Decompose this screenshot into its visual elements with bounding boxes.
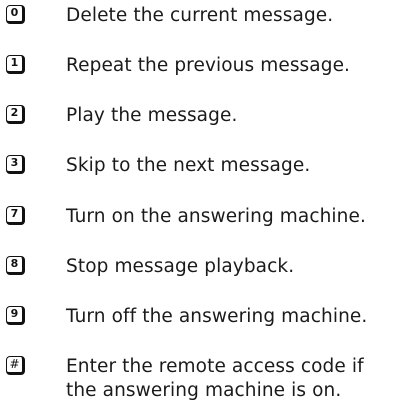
key-3-icon: 3 xyxy=(6,155,25,174)
command-row-0: 0 Delete the current message. xyxy=(0,4,408,44)
key-hash-icon: # xyxy=(6,356,25,375)
key-8-icon: 8 xyxy=(6,256,25,275)
key-9-icon: 9 xyxy=(6,306,25,325)
command-description-line: Enter the remote access code if xyxy=(66,356,364,377)
command-description: Turn on the answering machine. xyxy=(66,206,366,227)
key-7-icon: 7 xyxy=(6,206,25,225)
key-0-icon: 0 xyxy=(6,5,25,24)
command-description: Skip to the next message. xyxy=(66,155,311,176)
command-description: Turn off the answering machine. xyxy=(66,306,368,327)
key-1-icon: 1 xyxy=(6,55,25,74)
command-row-7: 7 Turn on the answering machine. xyxy=(0,205,408,245)
command-description: Stop message playback. xyxy=(66,256,295,277)
command-description: Play the message. xyxy=(66,105,238,126)
command-description-line: the answering machine is on. xyxy=(66,380,342,401)
command-row-8: 8 Stop message playback. xyxy=(0,255,408,295)
command-row-2: 2 Play the message. xyxy=(0,104,408,144)
command-row-1: 1 Repeat the previous message. xyxy=(0,54,408,94)
remote-command-list: 0 Delete the current message. 1 Repeat t… xyxy=(0,0,408,413)
command-description: Delete the current message. xyxy=(66,5,334,26)
command-description: Repeat the previous message. xyxy=(66,55,351,76)
key-2-icon: 2 xyxy=(6,105,25,124)
command-row-9: 9 Turn off the answering machine. xyxy=(0,305,408,345)
command-row-3: 3 Skip to the next message. xyxy=(0,154,408,194)
command-row-hash: # Enter the remote access code if the an… xyxy=(0,355,408,411)
command-description: Enter the remote access code if the answ… xyxy=(66,355,400,403)
